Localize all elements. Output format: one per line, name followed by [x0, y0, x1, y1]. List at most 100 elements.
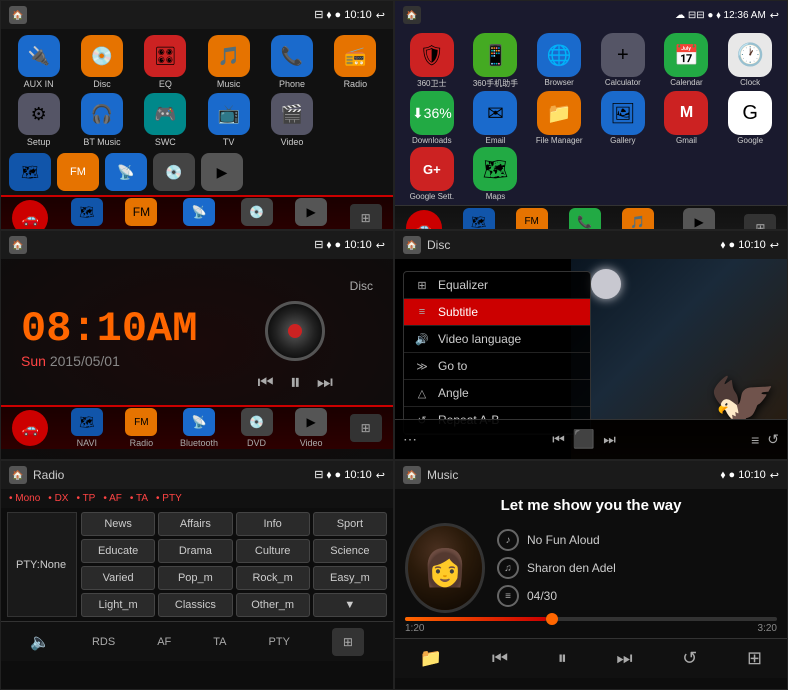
radio-btn-popm[interactable]: Pop_m: [158, 566, 232, 590]
prev-button[interactable]: ⏮: [258, 372, 274, 393]
music-progress-bar[interactable]: 1:20 3:20: [395, 613, 787, 638]
dvd-menu-btn[interactable]: ⋯: [403, 431, 417, 448]
back-icon-3[interactable]: ↩: [376, 239, 385, 252]
app-disc[interactable]: 💿 Disc: [72, 35, 131, 89]
car-button-3[interactable]: 🚗: [12, 410, 48, 446]
dvd-list-btn[interactable]: ≡: [751, 432, 759, 448]
app-radio[interactable]: 📻 Radio: [326, 35, 385, 89]
dvd-widget[interactable]: 💿: [153, 153, 195, 191]
back-icon-6[interactable]: ↩: [770, 469, 779, 482]
radio-rds[interactable]: RDS: [92, 636, 115, 648]
back-icon-4[interactable]: ↩: [770, 239, 779, 252]
menu-goto[interactable]: ≫ Go to: [404, 353, 590, 380]
back-icon-1[interactable]: ↩: [376, 9, 385, 22]
app-360weidushi[interactable]: 🛡 360卫士: [401, 33, 463, 89]
bottom-radio[interactable]: FM Radio: [125, 198, 157, 230]
car-button-2[interactable]: 🚗: [406, 210, 442, 231]
app-setup[interactable]: ⚙ Setup: [9, 93, 68, 147]
menu-equalizer[interactable]: ⊞ Equalizer: [404, 272, 590, 299]
music-play-btn[interactable]: ⏸: [558, 648, 567, 669]
radio-btn-culture[interactable]: Culture: [236, 539, 310, 563]
bottom2-phone[interactable]: 📞 Phone: [569, 208, 601, 231]
home-icon-1[interactable]: 🏠: [9, 6, 27, 24]
app-btmusic[interactable]: 🎧 BT Music: [72, 93, 131, 147]
app-calculator[interactable]: + Calculator: [592, 33, 654, 89]
dvd-prev-btn[interactable]: ⏮: [552, 431, 565, 448]
radio-btn-easym[interactable]: Easy_m: [313, 566, 387, 590]
bottom-bt[interactable]: 📡 Bluetooth: [180, 198, 218, 230]
car-button[interactable]: 🚗: [12, 200, 48, 230]
app-gallery[interactable]: 🖼 Gallery: [592, 91, 654, 145]
bottom2-navi[interactable]: 🗺 Navi: [463, 208, 495, 231]
app-clock[interactable]: 🕐 Clock: [719, 33, 781, 89]
radio-btn-info[interactable]: Info: [236, 512, 310, 536]
radio-btn-lightm[interactable]: Light_m: [81, 593, 155, 617]
bottom-dvd[interactable]: 💿 DVD: [241, 198, 273, 230]
app-phone[interactable]: 📞 Phone: [262, 35, 321, 89]
bottom3-navi[interactable]: 🗺 NAVI: [71, 408, 103, 448]
app-tv[interactable]: 📺 TV: [199, 93, 258, 147]
radio-btn-down[interactable]: ▼: [313, 593, 387, 617]
menu-angle[interactable]: △ Angle: [404, 380, 590, 407]
bottom2-music[interactable]: 🎵 Music: [622, 208, 654, 231]
music-folder-btn[interactable]: 📁: [420, 648, 442, 669]
play-button[interactable]: ⏸: [290, 369, 301, 395]
radio-btn-educate[interactable]: Educate: [81, 539, 155, 563]
radio-btn-affairs[interactable]: Affairs: [158, 512, 232, 536]
app-google[interactable]: G Google: [719, 91, 781, 145]
video-widget[interactable]: ▶: [201, 153, 243, 191]
dvd-repeat-btn[interactable]: ↺: [767, 431, 779, 448]
app-gmail[interactable]: M Gmail: [656, 91, 718, 145]
radio-ta[interactable]: TA: [213, 636, 226, 648]
app-eq[interactable]: 🎛 EQ: [136, 35, 195, 89]
bottom3-radio[interactable]: FM Radio: [125, 408, 157, 448]
app-calendar[interactable]: 📅 Calendar: [656, 33, 718, 89]
music-next-btn[interactable]: ⏭: [616, 648, 632, 669]
app-video[interactable]: 🎬 Video: [262, 93, 321, 147]
radio-btn-drama[interactable]: Drama: [158, 539, 232, 563]
bottom3-bt[interactable]: 📡 Bluetooth: [180, 408, 218, 448]
app-browser[interactable]: 🌐 Browser: [528, 33, 590, 89]
radio-pty-btn[interactable]: PTY: [269, 636, 290, 648]
bottom3-video[interactable]: ▶ Video: [295, 408, 327, 448]
navi-widget[interactable]: 🗺: [9, 153, 51, 191]
radio-btn-otherm[interactable]: Other_m: [236, 593, 310, 617]
app-360shouji[interactable]: 📱 360手机助手: [465, 33, 527, 89]
back-icon-5[interactable]: ↩: [376, 469, 385, 482]
radio-btn-varied[interactable]: Varied: [81, 566, 155, 590]
grid-toggle-3[interactable]: ⊞: [350, 414, 382, 442]
music-prev-btn[interactable]: ⏮: [492, 648, 508, 669]
home-icon-2[interactable]: 🏠: [403, 6, 421, 24]
app-music[interactable]: 🎵 Music: [199, 35, 258, 89]
fm-widget[interactable]: FM: [57, 153, 99, 191]
grid-toggle-2[interactable]: ⊞: [744, 214, 776, 231]
dvd-next-btn[interactable]: ⏭: [603, 431, 616, 448]
app-aux[interactable]: 🔌 AUX IN: [9, 35, 68, 89]
music-list-btn[interactable]: ⊞: [747, 648, 762, 669]
bottom2-video[interactable]: ▶ VideoPlayer: [675, 208, 723, 231]
home-icon-3[interactable]: 🏠: [9, 236, 27, 254]
radio-btn-classics[interactable]: Classics: [158, 593, 232, 617]
bottom2-radio[interactable]: FM Radio: [516, 208, 548, 231]
home-icon-6[interactable]: 🏠: [403, 466, 421, 484]
app-filemanager[interactable]: 📁 File Manager: [528, 91, 590, 145]
grid-toggle-5[interactable]: ⊞: [332, 628, 364, 656]
bt-widget[interactable]: 📡: [105, 153, 147, 191]
menu-subtitle[interactable]: ≡ Subtitle: [404, 299, 590, 326]
grid-toggle[interactable]: ⊞: [350, 204, 382, 230]
music-repeat-btn[interactable]: ↺: [682, 648, 697, 669]
bottom-video[interactable]: ▶ Video: [295, 198, 327, 230]
app-googlesett[interactable]: G+ Google Sett.: [401, 147, 463, 201]
app-email[interactable]: ✉ Email: [465, 91, 527, 145]
app-swc[interactable]: 🎮 SWC: [136, 93, 195, 147]
radio-btn-rockm[interactable]: Rock_m: [236, 566, 310, 590]
radio-af[interactable]: AF: [157, 636, 171, 648]
bottom-navi[interactable]: 🗺 NAVI: [71, 198, 103, 230]
radio-btn-science[interactable]: Science: [313, 539, 387, 563]
app-maps[interactable]: 🗺 Maps: [465, 147, 527, 201]
radio-btn-sport[interactable]: Sport: [313, 512, 387, 536]
vol-icon-5[interactable]: 🔈: [30, 632, 50, 652]
home-icon-4[interactable]: 🏠: [403, 236, 421, 254]
bottom3-dvd[interactable]: 💿 DVD: [241, 408, 273, 448]
back-icon-2[interactable]: ↩: [770, 9, 779, 22]
